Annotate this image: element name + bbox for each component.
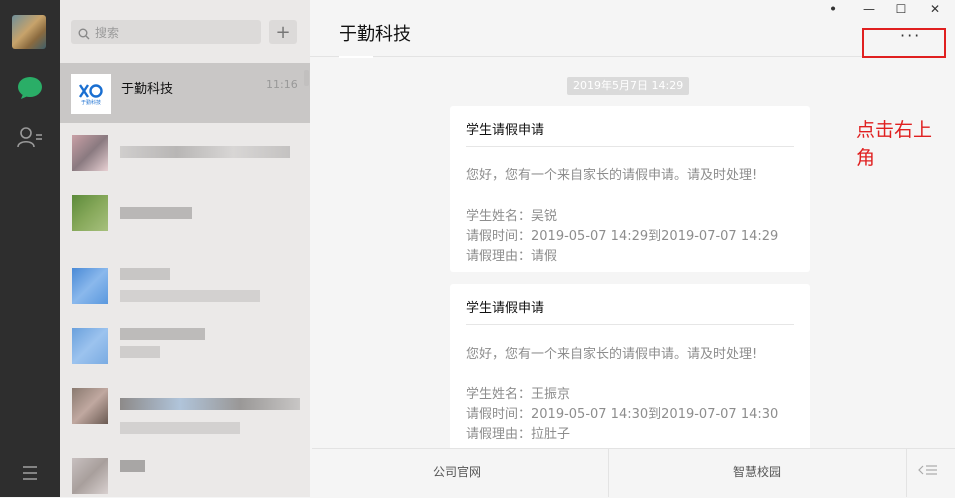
card-greeting: 您好，您有一个来自家长的请假申请。请及时处理!	[466, 168, 758, 183]
keyboard-toggle-icon[interactable]	[918, 464, 938, 480]
close-button[interactable]: ✕	[925, 2, 945, 16]
list-item	[120, 268, 170, 280]
maximize-button[interactable]: ☐	[891, 2, 911, 16]
leave-reason: 请假理由：拉肚子	[466, 427, 571, 442]
search-icon	[78, 25, 90, 44]
list-item	[120, 398, 300, 410]
list-item	[120, 328, 205, 340]
message-timestamp: 2019年5月7日 14:29	[567, 77, 690, 95]
divider	[466, 146, 794, 147]
divider	[466, 324, 794, 325]
chat-icon[interactable]	[16, 74, 44, 102]
conversation-title: 于勤科技	[339, 24, 411, 45]
list-item	[120, 146, 290, 158]
pin-icon[interactable]: ꔷ	[823, 2, 843, 17]
list-item[interactable]	[72, 458, 108, 494]
student-name: 学生姓名：王振京	[466, 387, 571, 402]
menu-company-site[interactable]: 公司官网	[433, 463, 481, 480]
student-name: 学生姓名：吴锐	[466, 209, 558, 224]
more-options-icon[interactable]: ···	[900, 26, 921, 45]
add-button[interactable]: +	[269, 20, 297, 44]
list-scrollbar[interactable]	[304, 70, 309, 86]
list-item[interactable]	[72, 135, 108, 171]
divider	[906, 448, 907, 497]
card-title: 学生请假申请	[466, 123, 545, 138]
list-item	[120, 207, 192, 219]
menu-smart-campus[interactable]: 智慧校园	[733, 463, 781, 480]
list-item	[120, 290, 260, 302]
leave-time: 请假时间：2019-05-07 14:29到2019-07-07 14:29	[466, 229, 779, 244]
list-item[interactable]	[72, 195, 108, 231]
divider	[608, 448, 609, 497]
leave-time: 请假时间：2019-05-07 14:30到2019-07-07 14:30	[466, 407, 779, 422]
search-input[interactable]: 搜索	[71, 20, 261, 44]
card-greeting: 您好，您有一个来自家长的请假申请。请及时处理!	[466, 347, 758, 362]
message-card[interactable]: 学生请假申请 您好，您有一个来自家长的请假申请。请及时处理! 学生姓名：吴锐 请…	[450, 106, 810, 272]
card-title: 学生请假申请	[466, 301, 545, 316]
contacts-icon[interactable]	[16, 123, 44, 151]
message-card[interactable]: 学生请假申请 您好，您有一个来自家长的请假申请。请及时处理! 学生姓名：王振京 …	[450, 284, 810, 454]
list-item	[120, 460, 145, 472]
menu-icon[interactable]	[16, 459, 44, 487]
list-item[interactable]	[72, 268, 108, 304]
chat-name: 于勤科技	[121, 82, 174, 97]
minimize-button[interactable]: —	[859, 2, 879, 16]
avatar[interactable]	[12, 15, 46, 49]
logo-text: 于勤科技	[80, 99, 101, 106]
list-item	[120, 346, 160, 358]
title-underline	[339, 56, 373, 58]
company-logo-icon	[79, 83, 103, 98]
list-item	[120, 422, 240, 434]
bottom-menu	[312, 448, 955, 498]
annotation-text: 点击右上角	[856, 119, 933, 169]
list-item[interactable]	[72, 328, 108, 364]
chat-time: 11:16	[266, 78, 298, 91]
list-item[interactable]	[72, 388, 108, 424]
search-placeholder: 搜索	[95, 26, 120, 40]
divider	[310, 56, 945, 57]
leave-reason: 请假理由：请假	[466, 249, 558, 264]
chat-logo: 于勤科技	[71, 74, 111, 114]
